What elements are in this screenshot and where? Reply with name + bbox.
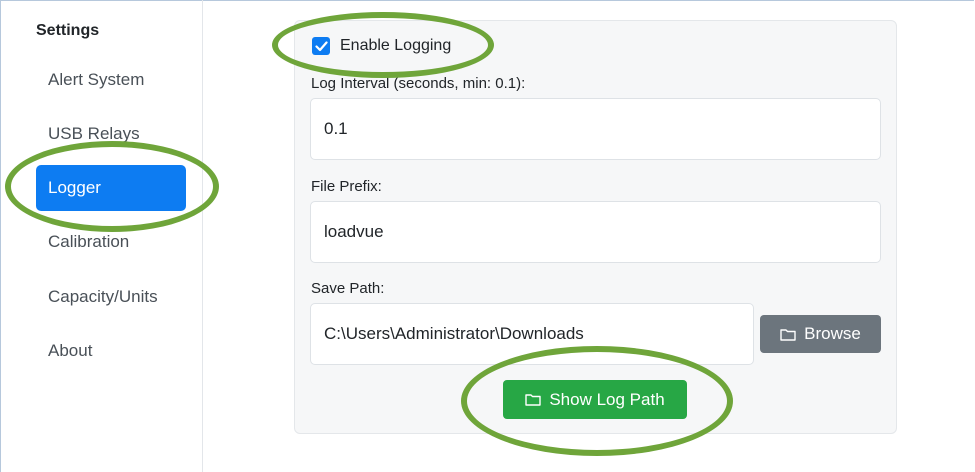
folder-icon xyxy=(780,328,796,341)
save-path-input[interactable]: C:\Users\Administrator\Downloads xyxy=(310,303,754,365)
sidebar-item-logger[interactable]: Logger xyxy=(36,165,186,211)
file-prefix-label: File Prefix: xyxy=(311,178,382,195)
sidebar-item-alert-system[interactable]: Alert System xyxy=(36,57,186,103)
file-prefix-input[interactable]: loadvue xyxy=(310,201,881,263)
sidebar-item-capacity-units[interactable]: Capacity/Units xyxy=(36,274,186,320)
sidebar-title: Settings xyxy=(36,22,100,39)
enable-logging-checkbox[interactable] xyxy=(312,37,330,55)
sidebar-item-calibration[interactable]: Calibration xyxy=(36,219,186,265)
show-log-path-button[interactable]: Show Log Path xyxy=(503,380,687,419)
folder-icon xyxy=(525,394,542,406)
log-interval-label: Log Interval (seconds, min: 0.1): xyxy=(311,75,526,92)
checkmark-icon xyxy=(314,40,328,51)
sidebar-item-usb-relays[interactable]: USB Relays xyxy=(36,111,186,157)
save-path-label: Save Path: xyxy=(311,280,385,297)
browse-button-label: Browse xyxy=(804,324,861,343)
browse-button[interactable]: Browse xyxy=(760,315,881,353)
enable-logging-row[interactable]: Enable Logging xyxy=(312,37,451,55)
log-interval-input[interactable]: 0.1 xyxy=(310,98,881,160)
enable-logging-label: Enable Logging xyxy=(340,37,452,54)
sidebar-item-about[interactable]: About xyxy=(36,328,186,374)
settings-sidebar: Settings Alert System USB Relays Logger … xyxy=(22,0,203,472)
show-log-path-label: Show Log Path xyxy=(549,389,665,409)
